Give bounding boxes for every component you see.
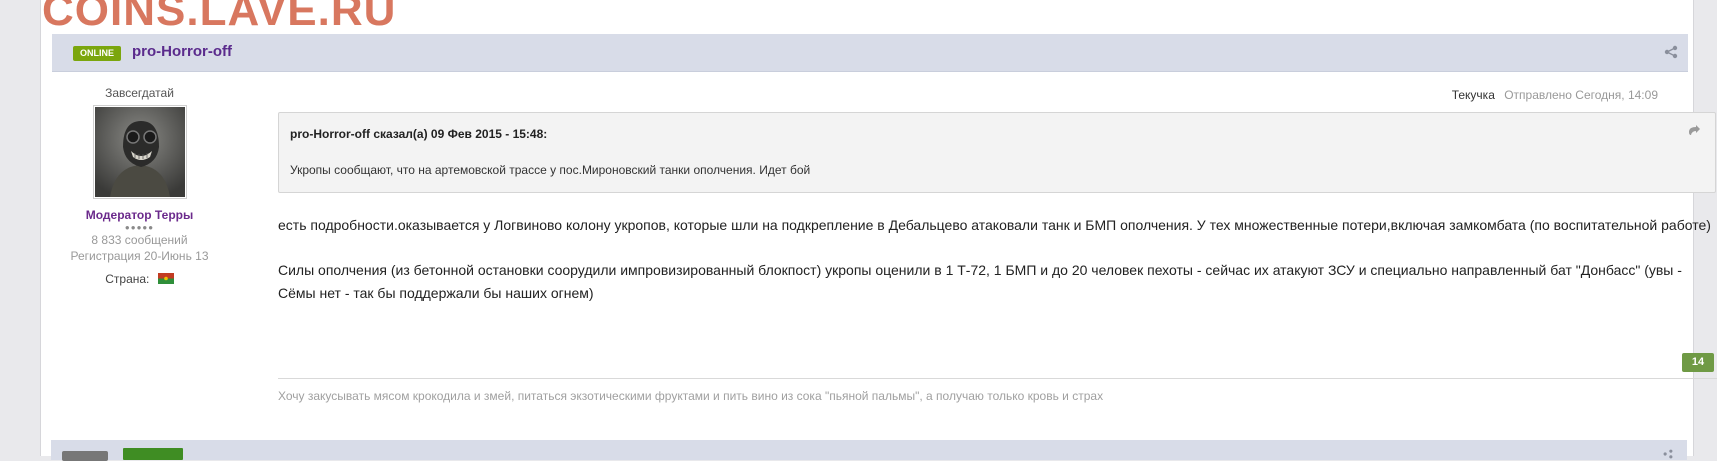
quote-citation: pro-Horror-off сказал(а) 09 Фев 2015 - 1… — [290, 127, 548, 141]
author-panel: Завсегдатай Модератор Терры ●●●●● 8 833 … — [52, 86, 227, 286]
post-header: ONLINE pro-Horror-off — [52, 34, 1688, 72]
rank-pips: ●●●●● — [124, 223, 155, 232]
forum-page: ONLINE pro-Horror-off Текучка Отправлено… — [40, 0, 1717, 456]
site-watermark: COINS.LAVE.RU — [42, 0, 397, 35]
share-icon[interactable] — [1664, 45, 1678, 59]
member-group: Модератор Терры — [85, 208, 194, 222]
next-status-badge — [62, 451, 108, 461]
flag-icon — [157, 273, 174, 284]
signature-text: Хочу закусывать мясом крокодила и змей, … — [278, 389, 1104, 403]
next-post-header — [51, 440, 1687, 461]
post-paragraph-1: есть подробности.оказывается у Логвиново… — [278, 217, 1711, 233]
quote-text: Укропы сообщают, что на артемовской трас… — [290, 163, 811, 177]
signature-divider — [278, 378, 1717, 379]
avatar[interactable] — [92, 105, 187, 199]
quote-block: pro-Horror-off сказал(а) 09 Фев 2015 - 1… — [278, 112, 1716, 193]
reputation-badge[interactable]: 14 — [1682, 353, 1714, 372]
country-label: Страна: — [105, 272, 150, 286]
post-body: есть подробности.оказывается у Логвиново… — [278, 214, 1717, 327]
avatar-image — [94, 107, 185, 197]
post-date-link[interactable]: Отправлено Сегодня, 14:09 — [1504, 88, 1658, 102]
quote-icon[interactable] — [1687, 125, 1701, 137]
posts-count: 8 833 сообщений — [91, 233, 188, 247]
online-badge: ONLINE — [73, 46, 122, 61]
rank-title: Завсегдатай — [105, 86, 174, 100]
post-meta-user[interactable]: Текучка — [1452, 88, 1495, 102]
next-author-name[interactable] — [123, 448, 183, 460]
country-row: Страна: — [52, 272, 227, 286]
author-name-link[interactable]: pro-Horror-off — [132, 43, 232, 60]
post-meta: Текучка Отправлено Сегодня, 14:09 — [1452, 88, 1658, 102]
registration-date: Регистрация 20-Июнь 13 — [70, 249, 209, 263]
share-icon[interactable] — [1663, 449, 1673, 459]
post-paragraph-2: Силы ополчения (из бетонной остановки со… — [278, 262, 1682, 301]
